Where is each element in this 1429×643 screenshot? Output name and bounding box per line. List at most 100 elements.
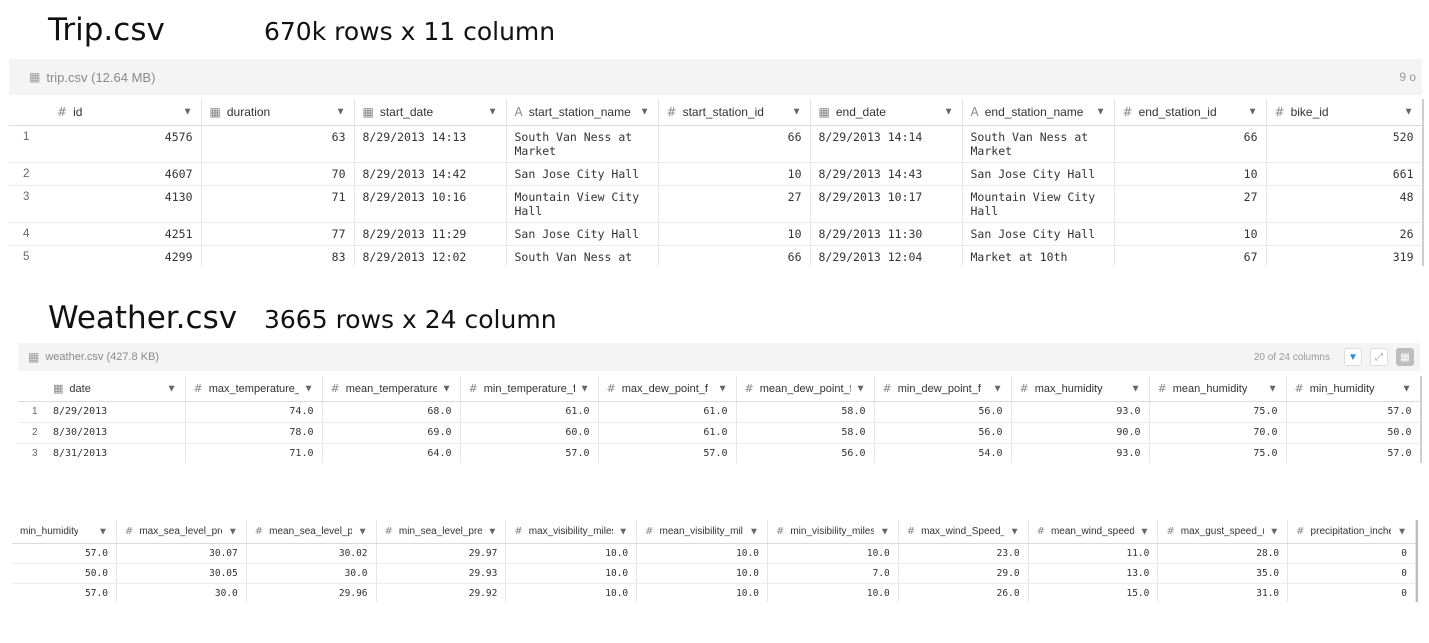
expand-icon[interactable]: ⤢: [1370, 348, 1388, 366]
column-header-label: max_sea_level_pres: [139, 525, 223, 537]
filter-icon[interactable]: ▼: [167, 383, 177, 394]
filter-icon[interactable]: ▼: [98, 526, 108, 537]
number-type-icon: #: [1036, 526, 1045, 538]
filter-icon[interactable]: ▼: [1402, 383, 1412, 394]
table-row[interactable]: 1 8/29/2013 74.0 68.0 61.0 61.0 58.0 56.0 93.0 75…: [18, 401, 1420, 423]
column-header[interactable]: # max_humidity ▼: [1011, 376, 1150, 402]
column-header[interactable]: # max_dew_point_f ▼: [598, 376, 737, 402]
table-cell: San Jose City Hall: [506, 162, 659, 186]
column-header[interactable]: # precipitation_inche ▼: [1287, 520, 1416, 544]
column-header[interactable]: # max_visibility_miles ▼: [505, 520, 638, 544]
table-row[interactable]: 2 4607 70 8/29/2013 14:42 San Jose City Hall…: [9, 162, 1422, 186]
filter-icon[interactable]: ▼: [1344, 348, 1362, 366]
filter-icon[interactable]: ▼: [228, 526, 238, 537]
column-header[interactable]: Astart_station_name ▼: [506, 99, 659, 126]
row-number-header: [18, 376, 45, 402]
filter-icon[interactable]: ▼: [487, 526, 497, 537]
column-header[interactable]: # max_temperature_f ▼: [185, 376, 323, 402]
column-header[interactable]: # min_dew_point_f ▼: [874, 376, 1012, 402]
table-cell: 0: [1287, 583, 1416, 602]
column-header[interactable]: ▦ start_date ▼: [354, 99, 507, 126]
filter-icon[interactable]: ▼: [442, 383, 452, 394]
filter-icon[interactable]: ▼: [304, 383, 314, 394]
table-row[interactable]: 2 8/30/2013 78.0 69.0 60.0 61.0 58.0 56.0 90.0 70…: [18, 422, 1420, 444]
filter-icon[interactable]: ▼: [580, 383, 590, 394]
table-row[interactable]: 3 8/31/2013 71.0 64.0 57.0 57.0 56.0 54.0 93.0 75…: [18, 443, 1420, 463]
table-cell: 35.0: [1157, 563, 1289, 584]
filter-icon[interactable]: ▼: [1139, 526, 1149, 537]
calendar-type-icon: ▦: [209, 104, 221, 119]
filter-icon[interactable]: ▼: [749, 526, 759, 537]
table-cell: 8/29/2013: [45, 401, 186, 423]
filter-icon[interactable]: ▼: [718, 383, 728, 394]
table-row[interactable]: 5 4299 83 8/29/2013 12:02 South Van Ness at 6…: [9, 245, 1422, 266]
column-header[interactable]: # end_station_id ▼: [1114, 99, 1267, 126]
column-header[interactable]: min_humidity ▼: [12, 520, 117, 544]
table-row[interactable]: 4 4251 77 8/29/2013 11:29 San Jose City Hall…: [9, 222, 1422, 246]
table-cell: 61.0: [460, 401, 599, 423]
column-header[interactable]: # min_humidity ▼: [1286, 376, 1420, 402]
filter-icon[interactable]: ▼: [944, 107, 954, 118]
table-row[interactable]: 57.0 30.0 29.96 29.92 10.0 10.0 10.0 26.0 15.0 31…: [12, 583, 1416, 602]
filter-icon[interactable]: ▼: [1404, 107, 1414, 118]
table-cell: 0: [1287, 563, 1416, 584]
filter-icon[interactable]: ▼: [856, 383, 866, 394]
row-number: 1: [18, 401, 45, 423]
filter-icon[interactable]: ▼: [358, 526, 368, 537]
trip-table-panel: ▦ trip.csv (12.64 MB) 9 o # id ▼ ▦ duration ▼…: [9, 59, 1424, 266]
column-header[interactable]: # mean_temperature_ ▼: [322, 376, 461, 402]
table-row[interactable]: 1 4576 63 8/29/2013 14:13 South Van Ness at …: [9, 125, 1422, 163]
filter-icon[interactable]: ▼: [640, 107, 650, 118]
column-header[interactable]: # max_gust_speed_m ▼: [1157, 520, 1289, 544]
filter-icon[interactable]: ▼: [488, 107, 498, 118]
column-header[interactable]: # bike_id ▼: [1266, 99, 1422, 126]
table-row[interactable]: 3 4130 71 8/29/2013 10:16 Mountain View City…: [9, 185, 1422, 223]
column-header[interactable]: # start_station_id ▼: [658, 99, 811, 126]
filter-icon[interactable]: ▼: [792, 107, 802, 118]
column-header[interactable]: # min_sea_level_pres ▼: [376, 520, 507, 544]
filter-icon[interactable]: ▼: [1269, 526, 1279, 537]
table-cell: 30.05: [116, 563, 247, 584]
column-header[interactable]: # min_temperature_f ▼: [460, 376, 599, 402]
filter-icon[interactable]: ▼: [993, 383, 1003, 394]
table-cell: San Jose City Hall: [962, 162, 1115, 186]
filter-icon[interactable]: ▼: [336, 107, 346, 118]
column-header[interactable]: # mean_visibility_mile ▼: [636, 520, 768, 544]
filter-icon[interactable]: ▼: [880, 526, 890, 537]
weather-table-panel: ▦ weather.csv (427.8 KB) 20 of 24 column…: [18, 343, 1422, 463]
table-row[interactable]: 57.0 30.07 30.02 29.97 10.0 10.0 10.0 23.0 11.0 2…: [12, 543, 1416, 564]
column-header[interactable]: # min_visibility_miles ▼: [767, 520, 899, 544]
table-cell: 8/29/2013 14:42: [354, 162, 507, 186]
number-type-icon: #: [514, 526, 523, 538]
column-header[interactable]: ▦ date ▼: [45, 376, 186, 402]
calendar-type-icon: ▦: [362, 104, 374, 119]
column-header[interactable]: ▦ end_date ▼: [810, 99, 963, 126]
column-header[interactable]: ▦ duration ▼: [201, 99, 355, 126]
column-header[interactable]: Aend_station_name ▼: [962, 99, 1115, 126]
number-type-icon: #: [254, 526, 264, 538]
filter-icon[interactable]: ▼: [1248, 107, 1258, 118]
column-header[interactable]: # mean_dew_point_f ▼: [736, 376, 875, 402]
filter-icon[interactable]: ▼: [1010, 526, 1020, 537]
filter-icon[interactable]: ▼: [1397, 526, 1407, 537]
table-row[interactable]: 50.0 30.05 30.0 29.93 10.0 10.0 7.0 29.0 13.0 35.…: [12, 563, 1416, 584]
table-cell: 661: [1266, 162, 1422, 186]
grid-view-icon[interactable]: ▦: [1396, 348, 1414, 366]
filter-icon[interactable]: ▼: [1268, 383, 1278, 394]
column-header[interactable]: # max_wind_Speed_m ▼: [898, 520, 1029, 544]
column-header[interactable]: # id ▼: [49, 99, 202, 126]
column-header-label: mean_temperature_: [345, 383, 437, 396]
number-type-icon: #: [193, 381, 203, 395]
column-header[interactable]: # mean_humidity ▼: [1149, 376, 1287, 402]
filter-icon[interactable]: ▼: [183, 107, 193, 118]
filter-icon[interactable]: ▼: [1131, 383, 1141, 394]
filter-icon[interactable]: ▼: [618, 526, 628, 537]
table-cell: 31.0: [1157, 583, 1289, 602]
filter-icon[interactable]: ▼: [1096, 107, 1106, 118]
table-cell: 28.0: [1157, 543, 1289, 564]
column-header[interactable]: # mean_sea_level_pre ▼: [246, 520, 377, 544]
table-cell: 4130: [49, 185, 202, 223]
column-header[interactable]: # max_sea_level_pres ▼: [116, 520, 247, 544]
column-header-label: min_temperature_f: [483, 383, 575, 396]
column-header[interactable]: # mean_wind_speed_ ▼: [1028, 520, 1159, 544]
